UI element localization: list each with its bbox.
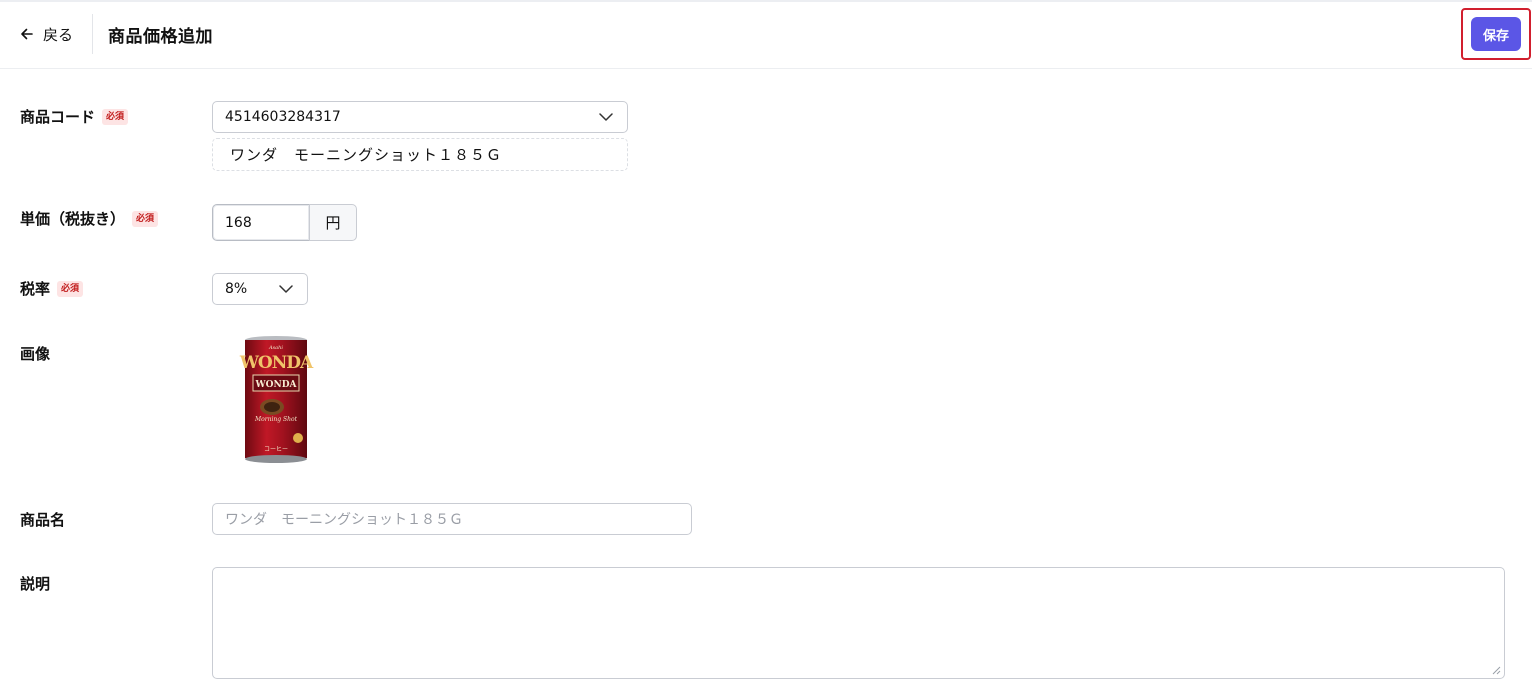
required-badge: 必須 [102, 108, 129, 125]
resize-handle-icon[interactable] [1492, 666, 1501, 675]
tax-rate-label: 税率 [20, 280, 51, 298]
can-subtitle: Morning Shot [254, 416, 298, 423]
can-brand-big: WONDA [239, 353, 314, 373]
save-button-highlight: 保存 [1461, 8, 1531, 60]
can-brand-label: WONDA [255, 380, 298, 390]
page-title: 商品価格追加 [108, 27, 213, 47]
tax-rate-label-row: 税率 必須 [20, 278, 84, 299]
product-code-value: 4514603284317 [225, 109, 341, 125]
chevron-down-icon [279, 285, 293, 293]
tax-rate-select[interactable]: 8% [212, 273, 308, 305]
product-name-label: 商品名 [20, 511, 66, 529]
unit-price-label-row: 単価（税抜き） 必須 [20, 208, 159, 229]
required-badge: 必須 [132, 210, 159, 227]
can-type: コーヒー [264, 446, 288, 453]
header-divider [92, 14, 93, 54]
product-image[interactable]: Asahi WONDA WONDA Morning Shot コーヒー [238, 334, 314, 466]
product-code-resolved-name: ワンダ モーニングショット１８５Ｇ [212, 138, 628, 171]
chevron-down-icon [599, 113, 613, 121]
page-header: 戻る 商品価格追加 保存 [0, 2, 1532, 69]
arrow-left-icon [21, 28, 33, 40]
back-label: 戻る [43, 25, 74, 44]
back-button[interactable]: 戻る [20, 22, 73, 46]
description-textarea[interactable] [212, 567, 1505, 679]
required-badge: 必須 [57, 280, 84, 297]
unit-price-label: 単価（税抜き） [20, 210, 126, 228]
tax-rate-value: 8% [225, 281, 248, 297]
product-name-input[interactable]: ワンダ モーニングショット１８５Ｇ [212, 503, 692, 535]
currency-unit: 円 [309, 204, 357, 241]
product-code-label-row: 商品コード 必須 [20, 106, 129, 127]
product-code-select[interactable]: 4514603284317 [212, 101, 628, 133]
product-code-label: 商品コード [20, 108, 96, 126]
unit-price-input[interactable]: 168 [212, 204, 310, 241]
image-label: 画像 [20, 345, 51, 363]
description-label: 説明 [20, 575, 51, 593]
save-button[interactable]: 保存 [1471, 17, 1521, 51]
can-maker: Asahi [268, 345, 283, 351]
